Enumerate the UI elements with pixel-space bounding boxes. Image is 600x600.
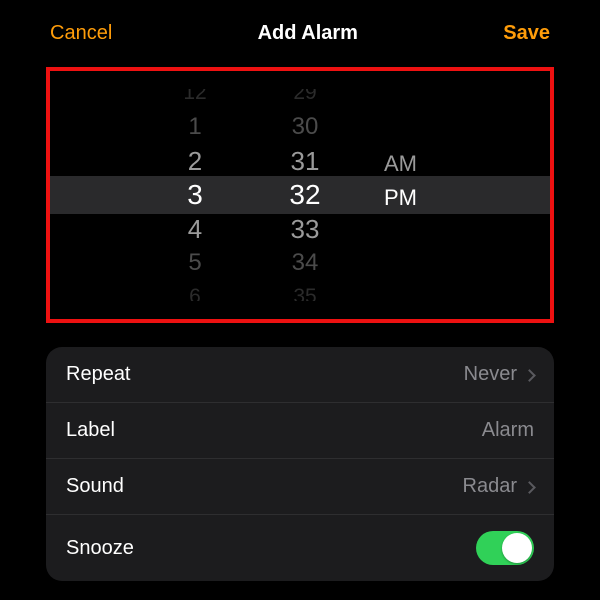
period-option-am[interactable]: AM — [380, 147, 417, 181]
sound-value-text: Radar — [463, 475, 517, 498]
repeat-value-text: Never — [464, 363, 517, 386]
period-wheel[interactable]: AM PM — [380, 89, 440, 301]
hour-selected[interactable]: 3 — [187, 178, 203, 212]
minute-selected[interactable]: 32 — [289, 178, 320, 212]
repeat-value: Never — [464, 363, 534, 386]
chevron-right-icon — [523, 481, 536, 494]
label-value: Alarm — [482, 419, 534, 442]
snooze-row: Snooze — [46, 515, 554, 581]
minute-option[interactable]: 29 — [293, 89, 316, 110]
snooze-label: Snooze — [66, 537, 134, 560]
hour-wheel[interactable]: 12 1 2 3 4 5 6 — [160, 89, 230, 301]
hour-option[interactable]: 4 — [188, 212, 202, 246]
hour-option[interactable]: 6 — [189, 280, 201, 301]
cancel-button[interactable]: Cancel — [50, 22, 112, 45]
label-value-text: Alarm — [482, 419, 534, 442]
hour-option[interactable]: 5 — [188, 246, 201, 280]
alarm-settings-list: Repeat Never Label Alarm Sound Radar Sno… — [46, 347, 554, 581]
period-selected-pm[interactable]: PM — [380, 181, 417, 215]
repeat-row[interactable]: Repeat Never — [46, 347, 554, 403]
hour-option[interactable]: 12 — [183, 89, 206, 110]
screen-title: Add Alarm — [258, 22, 358, 45]
time-picker-highlight-box: 12 1 2 3 4 5 6 29 30 31 32 33 34 35 — [46, 67, 554, 323]
minute-option[interactable]: 31 — [291, 144, 320, 178]
toggle-knob — [502, 533, 532, 563]
repeat-label: Repeat — [66, 363, 131, 386]
minute-option[interactable]: 30 — [292, 110, 319, 144]
minute-wheel[interactable]: 29 30 31 32 33 34 35 — [270, 89, 340, 301]
sound-row[interactable]: Sound Radar — [46, 459, 554, 515]
label-label: Label — [66, 419, 115, 442]
add-alarm-screen: Cancel Add Alarm Save 12 1 2 3 4 5 6 29 … — [20, 0, 580, 600]
picker-columns: 12 1 2 3 4 5 6 29 30 31 32 33 34 35 — [50, 89, 550, 301]
header-bar: Cancel Add Alarm Save — [28, 10, 572, 61]
minute-option[interactable]: 35 — [293, 280, 316, 301]
label-row[interactable]: Label Alarm — [46, 403, 554, 459]
sound-label: Sound — [66, 475, 124, 498]
save-button[interactable]: Save — [503, 22, 550, 45]
sound-value: Radar — [463, 475, 534, 498]
chevron-right-icon — [523, 369, 536, 382]
snooze-toggle[interactable] — [476, 531, 534, 565]
minute-option[interactable]: 33 — [291, 212, 320, 246]
hour-option[interactable]: 2 — [188, 144, 202, 178]
time-picker[interactable]: 12 1 2 3 4 5 6 29 30 31 32 33 34 35 — [50, 89, 550, 301]
hour-option[interactable]: 1 — [188, 110, 201, 144]
minute-option[interactable]: 34 — [292, 246, 319, 280]
